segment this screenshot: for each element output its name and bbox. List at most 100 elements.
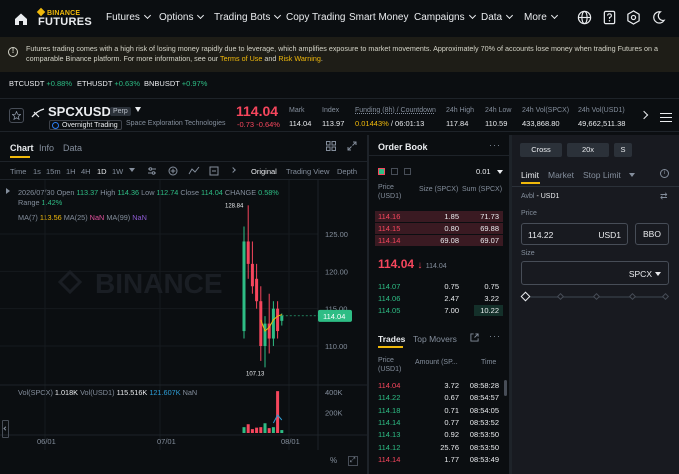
bbo-button[interactable]: BBO: [635, 223, 669, 245]
interval-1h[interactable]: 1H: [66, 167, 76, 176]
order-type-limit[interactable]: Limit: [521, 170, 539, 180]
book-view-bids-icon[interactable]: [391, 168, 398, 175]
time-axis-label: 06/01: [37, 437, 56, 446]
nav-smart-money[interactable]: Smart Money: [349, 12, 408, 23]
trade-row: 114.14 0.77 08:53:52: [369, 417, 499, 428]
time-axis-label: 08/01: [281, 437, 300, 446]
view-trading-view[interactable]: Trading View: [286, 167, 329, 176]
ticker-btcusdt[interactable]: BTCUSDT +0.88%: [9, 79, 72, 88]
trade-time: 08:58:28: [469, 381, 499, 390]
ticker-ethusdt[interactable]: ETHUSDT +0.63%: [77, 79, 140, 88]
vol-usd1-label: 24h Vol(USD1): [578, 107, 625, 114]
leverage-button[interactable]: 20x: [567, 143, 609, 157]
ticker-bnbusdt[interactable]: BNBUSDT +0.97%: [144, 79, 207, 88]
nav-futures[interactable]: Futures: [106, 11, 151, 23]
indicator-settings-icon[interactable]: [147, 166, 157, 176]
volume-axis-label: 200K: [325, 409, 343, 418]
view-depth[interactable]: Depth: [337, 167, 357, 176]
price-chart[interactable]: BINANCE125.00120.00115.00110.00128.84107…: [0, 180, 367, 474]
nav-copy-trading[interactable]: Copy Trading: [286, 12, 345, 23]
add-indicator-icon[interactable]: [168, 166, 178, 176]
bid-row[interactable]: 114.06 2.47 3.22: [369, 293, 499, 304]
trade-amount: 0.92: [444, 430, 459, 440]
interval-15m[interactable]: 15m: [46, 167, 61, 176]
book-view-asks-icon[interactable]: [404, 168, 411, 175]
trade-row: 114.22 0.67 08:54:57: [369, 392, 499, 403]
nav-more[interactable]: More: [524, 11, 558, 23]
order-type-stop-limit[interactable]: Stop Limit: [583, 170, 635, 180]
download-icon[interactable]: [602, 10, 617, 25]
ask-row[interactable]: 114.16 1.85 71.73: [369, 211, 503, 222]
candle-body: [255, 278, 259, 302]
slider-handle[interactable]: [520, 291, 531, 302]
trade-price: 114.22: [378, 393, 401, 403]
book-view-both-icon[interactable]: [378, 168, 385, 175]
interval-1w[interactable]: 1W: [112, 167, 123, 176]
more-icon[interactable]: ···: [489, 331, 501, 341]
high-marker: 128.84: [225, 203, 244, 209]
interval-1s[interactable]: 1s: [33, 167, 41, 176]
terms-of-use-link[interactable]: Terms of Use: [220, 54, 262, 63]
position-mode-button[interactable]: S: [614, 143, 632, 157]
ask-row[interactable]: 114.15 0.80 69.88: [369, 223, 503, 234]
interval-time[interactable]: Time: [10, 167, 26, 176]
bid-row[interactable]: 114.05 7.00 10.22: [369, 305, 503, 316]
external-link-icon[interactable]: [470, 333, 479, 342]
info-icon[interactable]: i: [660, 169, 669, 178]
settings-icon[interactable]: [626, 10, 641, 25]
nav-campaigns[interactable]: Campaigns: [414, 11, 476, 23]
home-icon[interactable]: [13, 11, 29, 27]
trade-time: 08:53:49: [469, 454, 499, 464]
price-axis-label: 125.00: [325, 230, 348, 239]
trade-time: 08:54:57: [469, 393, 499, 403]
view-original[interactable]: Original: [251, 167, 277, 176]
expand-icon[interactable]: [347, 141, 357, 151]
trade-row: 114.13 0.92 08:53:50: [369, 429, 499, 440]
risk-warning-link[interactable]: Risk Warning: [278, 54, 320, 63]
tab-chart[interactable]: Chart: [10, 143, 34, 153]
interval-dropdown-icon[interactable]: [129, 168, 135, 172]
bid-row[interactable]: 114.07 0.75 0.75: [369, 281, 499, 292]
price-input[interactable]: 114.22 USD1: [521, 223, 628, 245]
grid-layout-icon[interactable]: [326, 141, 336, 151]
chevron-right-icon[interactable]: [639, 110, 649, 120]
binance-futures-logo[interactable]: BINANCE FUTURES: [36, 7, 92, 28]
overnight-trading-tag: Overnight Trading: [49, 120, 122, 130]
line-tool-icon[interactable]: [188, 166, 200, 176]
current-price-text: 114.04: [323, 312, 345, 321]
percent-scale-button[interactable]: %: [330, 456, 337, 465]
ask-row[interactable]: 114.14 69.08 69.07: [369, 235, 503, 246]
tab-info[interactable]: Info: [39, 143, 54, 153]
time-axis-label: 07/01: [157, 437, 176, 446]
order-type-market[interactable]: Market: [548, 170, 574, 180]
trades-scrollbar[interactable]: [504, 380, 507, 396]
symbol-name[interactable]: SPCXUSD1: [48, 104, 118, 119]
fullscreen-icon[interactable]: ⤢: [348, 456, 358, 466]
globe-icon[interactable]: [577, 10, 592, 25]
nav-data[interactable]: Data: [481, 11, 514, 23]
draw-tool-icon[interactable]: [209, 166, 219, 176]
high-label: 24h High: [446, 107, 475, 114]
interval-1d[interactable]: 1D: [97, 167, 107, 176]
funding-value: 0.01443% / 06:01:13: [355, 119, 425, 128]
size-input[interactable]: SPCX: [521, 261, 669, 285]
interval-4h[interactable]: 4H: [81, 167, 91, 176]
watermark: BINANCE: [95, 268, 223, 299]
chevron-down-icon: [197, 11, 205, 20]
layout-icon[interactable]: [660, 113, 672, 122]
more-icon[interactable]: ···: [489, 140, 501, 150]
tab-data[interactable]: Data: [63, 143, 82, 153]
volume-axis-label: 400K: [325, 388, 343, 397]
margin-mode-button[interactable]: Cross: [520, 143, 562, 157]
favorite-button[interactable]: [9, 108, 24, 123]
transfer-icon[interactable]: ⇄: [660, 191, 668, 202]
symbol-dropdown-icon[interactable]: [135, 107, 141, 112]
dark-mode-icon[interactable]: [651, 10, 666, 25]
more-tools-icon[interactable]: [230, 167, 236, 173]
tab-top-movers[interactable]: Top Movers: [413, 334, 457, 344]
nav-trading-bots[interactable]: Trading Bots: [214, 11, 282, 23]
tab-trades[interactable]: Trades: [378, 334, 405, 344]
tick-size-select[interactable]: 0.01: [476, 167, 503, 176]
collapse-handle[interactable]: [2, 420, 9, 438]
nav-options[interactable]: Options: [159, 11, 205, 23]
